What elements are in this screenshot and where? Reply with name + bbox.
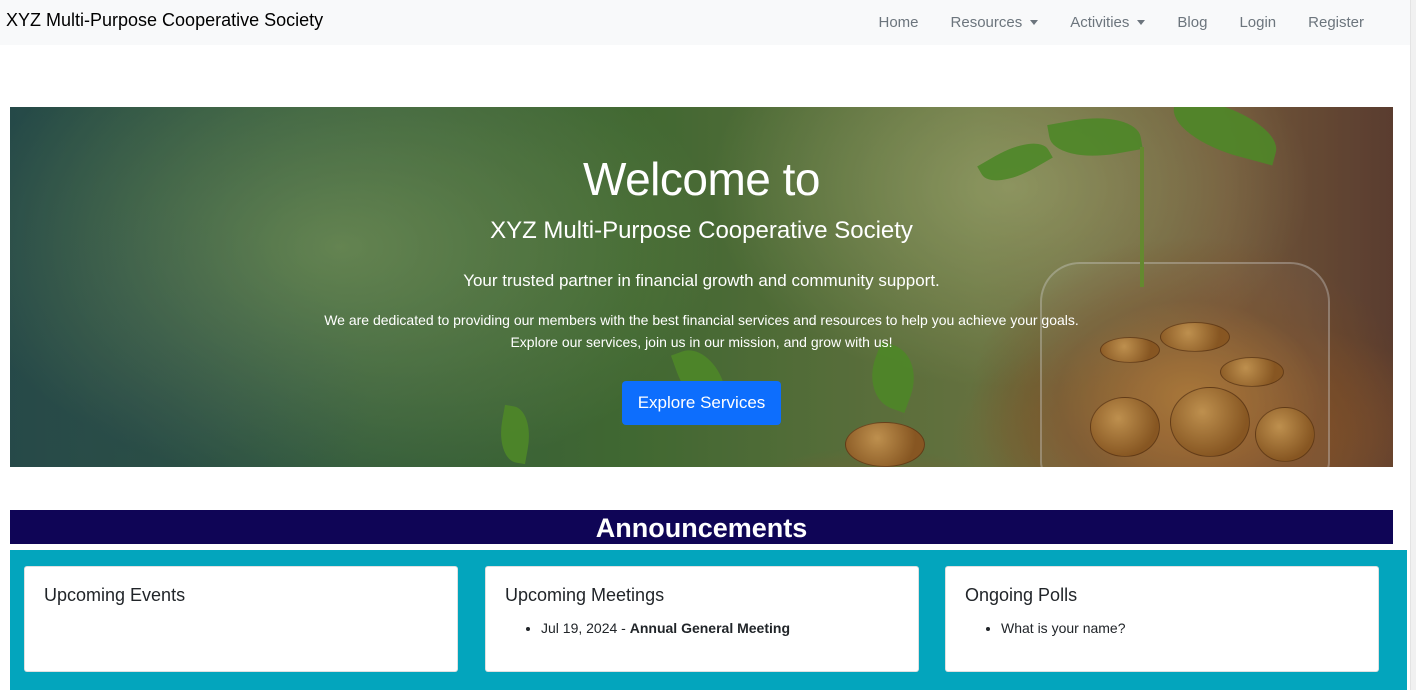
upcoming-events-card: Upcoming Events	[24, 566, 458, 672]
nav-register-label: Register	[1308, 14, 1364, 31]
ongoing-polls-card: Ongoing Polls What is your name?	[945, 566, 1379, 672]
nav-resources-label: Resources	[950, 14, 1023, 31]
upcoming-meetings-card: Upcoming Meetings Jul 19, 2024 - Annual …	[485, 566, 919, 672]
hero-description: We are dedicated to providing our member…	[324, 312, 1079, 350]
caret-down-icon	[1137, 20, 1146, 25]
announcements-section: Upcoming Events Upcoming Meetings Jul 19…	[10, 550, 1407, 690]
page-scrollbar[interactable]	[1410, 0, 1416, 690]
hero-tagline: Your trusted partner in financial growth…	[463, 271, 940, 290]
nav-login-link[interactable]: Login	[1223, 14, 1292, 31]
nav-home-label: Home	[878, 14, 919, 31]
list-item[interactable]: What is your name?	[1001, 618, 1359, 638]
hero-subtitle: XYZ Multi-Purpose Cooperative Society	[490, 217, 913, 244]
nav-home-link[interactable]: Home	[863, 14, 935, 31]
top-navbar: XYZ Multi-Purpose Cooperative Society Ho…	[0, 0, 1410, 45]
card-title: Upcoming Meetings	[505, 585, 665, 605]
caret-down-icon	[1030, 20, 1039, 25]
meeting-separator: -	[617, 620, 630, 636]
nav-blog-link[interactable]: Blog	[1161, 14, 1223, 31]
nav-register-link[interactable]: Register	[1292, 14, 1380, 31]
nav-login-label: Login	[1239, 14, 1277, 31]
nav-activities-dropdown[interactable]: Activities	[1054, 14, 1161, 31]
list-item[interactable]: Jul 19, 2024 - Annual General Meeting	[541, 618, 899, 638]
nav-blog-label: Blog	[1177, 14, 1208, 31]
announcements-heading: Announcements	[10, 510, 1393, 544]
nav-resources-dropdown[interactable]: Resources	[935, 14, 1055, 31]
hero-content: Welcome to XYZ Multi-Purpose Cooperative…	[10, 107, 1393, 467]
brand-link[interactable]: XYZ Multi-Purpose Cooperative Society	[6, 10, 323, 31]
nav-menu: Home Resources Activities Blog Login Reg…	[863, 0, 1381, 45]
meetings-list: Jul 19, 2024 - Annual General Meeting	[505, 618, 899, 638]
hero-title: Welcome to	[582, 153, 821, 205]
card-title: Upcoming Events	[44, 585, 186, 605]
hero-banner: Welcome to XYZ Multi-Purpose Cooperative…	[10, 107, 1393, 467]
nav-activities-label: Activities	[1070, 14, 1130, 31]
explore-services-button[interactable]: Explore Services	[622, 381, 781, 425]
meeting-name: Annual General Meeting	[629, 620, 790, 636]
meeting-date: Jul 19, 2024	[541, 620, 618, 636]
card-title: Ongoing Polls	[965, 585, 1078, 605]
polls-list: What is your name?	[965, 618, 1359, 638]
poll-question: What is your name?	[1001, 620, 1126, 636]
